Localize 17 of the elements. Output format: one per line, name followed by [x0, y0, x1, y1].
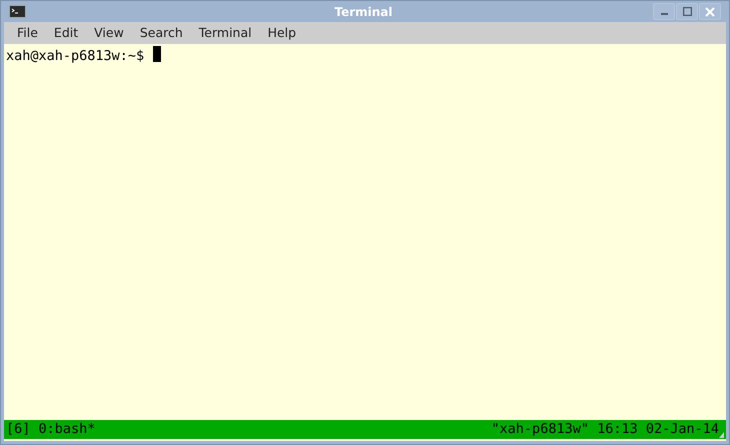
terminal-icon	[9, 5, 26, 18]
maximize-button[interactable]	[676, 3, 698, 20]
session-list: [6] 0:bash*	[6, 419, 96, 440]
text-cursor	[153, 46, 162, 62]
minimize-button[interactable]	[653, 3, 675, 20]
menu-item[interactable]: Edit	[46, 24, 86, 42]
shell-prompt: xah@xah-p6813w:~$	[6, 47, 144, 66]
menu-item[interactable]: Terminal	[190, 24, 260, 42]
close-icon	[705, 6, 715, 16]
maximize-icon	[682, 7, 692, 16]
resize-grip-icon	[719, 432, 724, 438]
menu-item[interactable]: File	[9, 24, 46, 42]
window-title: Terminal	[333, 4, 393, 20]
host-clock: "xah-p6813w" 16:13 02-Jan-14	[491, 420, 719, 440]
menu-item[interactable]: Help	[260, 24, 304, 42]
menu-item[interactable]: View	[86, 24, 132, 42]
menu-item[interactable]: Search	[132, 24, 191, 42]
